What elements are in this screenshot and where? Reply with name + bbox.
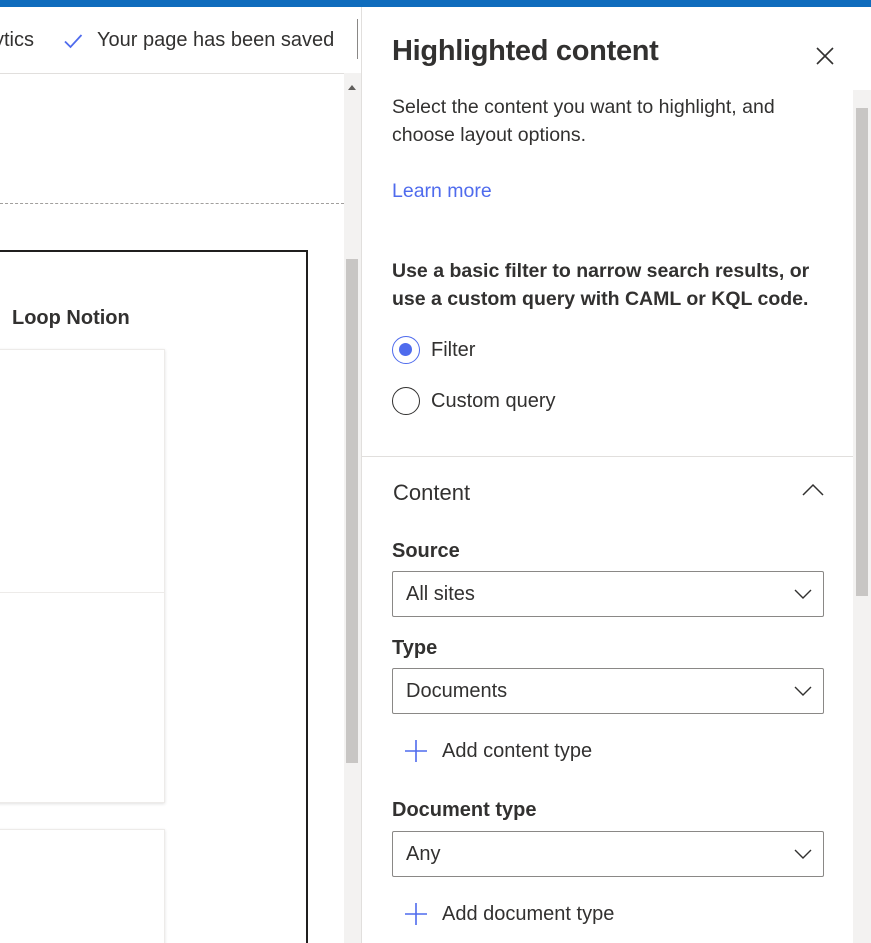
checkmark-icon (64, 33, 83, 48)
type-label: Type (392, 637, 438, 659)
content-card[interactable] (0, 829, 165, 943)
close-icon[interactable] (810, 41, 840, 71)
content-card[interactable] (0, 349, 165, 803)
source-label: Source (392, 540, 460, 562)
card-divider (0, 592, 164, 593)
document-type-label: Document type (392, 799, 537, 821)
radio-custom-query[interactable]: Custom query (392, 387, 556, 415)
add-document-type-button[interactable]: Add document type (404, 902, 614, 926)
analytics-button[interactable]: ytics (0, 29, 34, 52)
panel-title: Highlighted content (392, 35, 659, 67)
radio-label: Filter (431, 338, 476, 361)
suite-top-bar (0, 0, 871, 7)
radio-button[interactable] (392, 387, 420, 415)
canvas-scrollbar[interactable] (344, 73, 361, 943)
plus-icon (405, 740, 427, 762)
section-divider (362, 456, 856, 457)
document-type-value: Any (406, 843, 441, 865)
chevron-down-icon (794, 686, 812, 696)
radio-label: Custom query (431, 389, 556, 412)
scroll-up-arrow-icon[interactable] (348, 85, 356, 90)
property-pane: Highlighted content Select the content y… (361, 7, 871, 943)
type-value: Documents (406, 680, 508, 702)
radio-filter[interactable]: Filter (392, 336, 475, 364)
plus-icon (405, 903, 427, 925)
radio-button-checked[interactable] (392, 336, 420, 364)
chevron-up-icon[interactable] (800, 480, 826, 500)
learn-more-link[interactable]: Learn more (392, 180, 492, 203)
page-editor-canvas: ytics Your page has been saved Loop Noti… (0, 7, 361, 943)
add-content-type-label: Add content type (442, 739, 593, 762)
source-dropdown[interactable]: All sites (392, 571, 824, 617)
scrollbar-thumb[interactable] (856, 108, 868, 596)
save-status-text: Your page has been saved (97, 29, 335, 51)
scrollbar-thumb[interactable] (346, 259, 358, 763)
add-content-type-button[interactable]: Add content type (404, 739, 592, 763)
chevron-down-icon (794, 589, 812, 599)
panel-scrollbar[interactable] (853, 90, 871, 943)
command-bar-divider (357, 19, 358, 59)
add-document-type-label: Add document type (442, 902, 615, 925)
source-value: All sites (406, 583, 475, 605)
document-type-dropdown[interactable]: Any (392, 831, 824, 877)
filter-description: Use a basic filter to narrow search resu… (392, 260, 810, 310)
section-boundary (0, 203, 344, 204)
card-title[interactable]: Loop Notion (12, 307, 130, 330)
content-section-heading[interactable]: Content (393, 480, 470, 506)
chevron-down-icon (794, 849, 812, 859)
command-bar: ytics Your page has been saved (0, 7, 361, 74)
panel-description: Select the content you want to highlight… (392, 96, 775, 146)
type-dropdown[interactable]: Documents (392, 668, 824, 714)
save-status: Your page has been saved (62, 29, 334, 52)
